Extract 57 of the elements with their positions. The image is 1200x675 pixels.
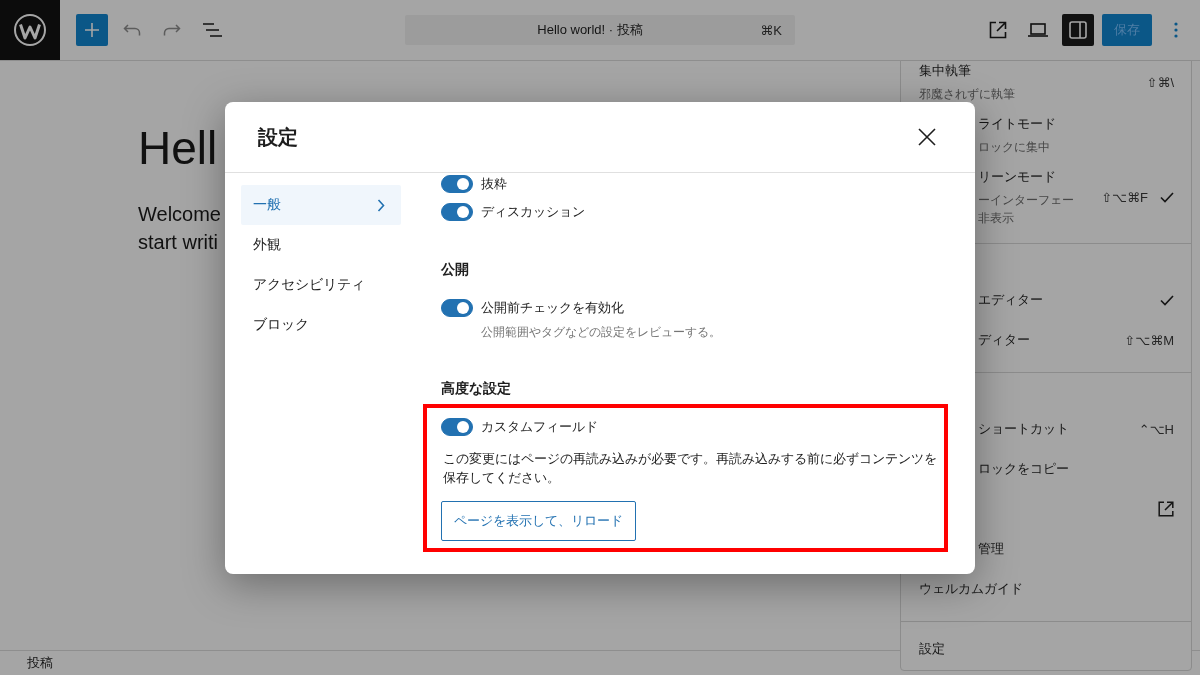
menu-item[interactable]: リーンモード	[978, 168, 1056, 186]
menu-item[interactable]: ロックをコピー	[978, 460, 1069, 478]
document-title: Hello world! · 投稿	[537, 21, 644, 39]
dialog-title: 設定	[258, 124, 298, 150]
plus-icon	[84, 22, 100, 38]
paragraph-text[interactable]: start writi	[138, 228, 218, 256]
toggle-label: 抜粋	[481, 175, 507, 193]
menu-item[interactable]: 管理	[978, 540, 1004, 558]
menu-item[interactable]: エディター	[978, 291, 1043, 309]
add-button[interactable]	[76, 14, 108, 46]
menu-item-description: ロックに集中	[978, 139, 1050, 156]
toggle-switch[interactable]	[441, 203, 473, 221]
post-title[interactable]: Hell	[138, 121, 218, 176]
menu-item-description: 邪魔されずに執筆	[919, 86, 1015, 103]
home-button[interactable]	[0, 0, 60, 60]
shortcut-hint: ⌘K	[760, 22, 782, 38]
breadcrumb[interactable]: 投稿	[27, 654, 53, 672]
keyboard-shortcut: ⇧⌥⌘M	[1124, 332, 1174, 348]
reload-button[interactable]: ページを表示して、リロード	[441, 501, 636, 541]
section-heading: 公開	[441, 260, 469, 278]
list-view-icon	[202, 23, 222, 37]
sidebar-icon	[1069, 21, 1087, 39]
command-bar[interactable]: Hello world! · 投稿 ⌘K	[405, 15, 795, 45]
nav-item[interactable]: 外観	[241, 225, 401, 265]
notice-text: この変更にはページの再読み込みが必要です。再読み込みする前に必ずコンテンツを保存してください。	[443, 450, 938, 487]
menu-item[interactable]: 集中執筆	[919, 62, 971, 80]
menu-item[interactable]: ショートカット	[978, 420, 1069, 438]
menu-item[interactable]: 設定	[919, 640, 945, 658]
external-link-icon	[989, 21, 1007, 39]
toggle-switch[interactable]	[441, 299, 473, 317]
nav-item[interactable]: アクセシビリティ	[241, 265, 401, 305]
keyboard-shortcut: ⇧⌥⌘F	[1101, 190, 1148, 205]
nav-item[interactable]: ブロック	[241, 305, 401, 345]
menu-item[interactable]: ディター	[978, 331, 1030, 349]
keyboard-shortcut: ⌃⌥H	[1138, 421, 1174, 437]
sidebar-toggle-button[interactable]	[1062, 14, 1094, 46]
menu-item-description: ーインターフェー	[978, 192, 1074, 209]
help-text: 公開範囲やタグなどの設定をレビューする。	[481, 324, 721, 341]
toggle-switch[interactable]	[441, 175, 473, 193]
logo-icon	[13, 13, 47, 47]
section-heading: 高度な設定	[441, 379, 511, 397]
paragraph-text[interactable]: Welcome	[138, 200, 221, 228]
laptop-icon	[1028, 23, 1048, 37]
close-icon	[918, 128, 936, 146]
external-link-icon[interactable]	[1158, 501, 1174, 517]
keyboard-shortcut: ⇧⌘\	[1146, 75, 1174, 90]
undo-icon	[123, 24, 141, 36]
menu-item[interactable]: ライトモード	[978, 115, 1056, 133]
toggle-label: カスタムフィールド	[481, 418, 598, 436]
menu-item[interactable]: ウェルカムガイド	[919, 580, 1023, 598]
toggle-label: ディスカッション	[481, 203, 585, 221]
toggle-switch[interactable]	[441, 418, 473, 436]
menu-item-description: 非表示	[978, 210, 1014, 227]
redo-icon	[163, 24, 181, 36]
toggle-label: 公開前チェックを有効化	[481, 299, 624, 317]
nav-item[interactable]: 一般	[241, 185, 401, 225]
chevron-right-icon	[377, 198, 385, 212]
